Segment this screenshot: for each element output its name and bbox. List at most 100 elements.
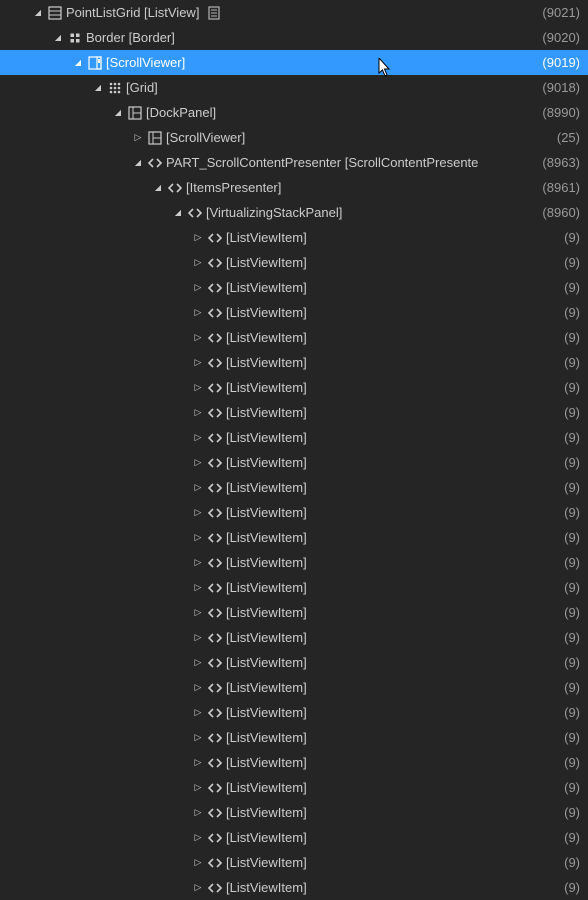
code-icon <box>206 631 224 645</box>
tree-row[interactable]: [ListViewItem] (9) <box>0 825 588 850</box>
tree-row[interactable]: [ListViewItem](9) <box>0 250 588 275</box>
expand-arrow-icon[interactable] <box>190 832 206 843</box>
descendant-count: (9) <box>564 330 580 345</box>
expand-arrow-icon[interactable] <box>190 232 206 243</box>
tree-row-label: [VirtualizingStackPanel] <box>204 205 342 220</box>
collapse-arrow-icon[interactable] <box>110 108 126 117</box>
descendant-count: (9) <box>564 405 580 420</box>
expand-arrow-icon[interactable] <box>190 682 206 693</box>
collapse-arrow-icon[interactable] <box>30 8 46 17</box>
expand-arrow-icon[interactable] <box>190 857 206 868</box>
code-icon <box>206 556 224 570</box>
tree-row[interactable]: [ListViewItem](9) <box>0 525 588 550</box>
code-icon <box>206 306 224 320</box>
expand-arrow-icon[interactable] <box>190 782 206 793</box>
tree-row-label: [ListViewItem] <box>224 830 307 845</box>
expand-arrow-icon[interactable] <box>190 407 206 418</box>
descendant-count: (9) <box>564 555 580 570</box>
tree-row[interactable]: [ListViewItem](9) <box>0 600 588 625</box>
tree-row[interactable]: [DockPanel] (8990) <box>0 100 588 125</box>
expand-arrow-icon[interactable] <box>190 432 206 443</box>
tree-row[interactable]: [ListViewItem](9) <box>0 425 588 450</box>
tree-row[interactable]: PointListGrid [ListView](9021) <box>0 0 588 25</box>
tree-row[interactable]: [ListViewItem](9) <box>0 675 588 700</box>
tree-row[interactable]: [ItemsPresenter](8961) <box>0 175 588 200</box>
tree-row-label: [DockPanel] <box>144 105 216 120</box>
tree-row[interactable]: [ListViewItem](9) <box>0 575 588 600</box>
expand-arrow-icon[interactable] <box>190 607 206 618</box>
expand-arrow-icon[interactable] <box>190 657 206 668</box>
expand-arrow-icon[interactable] <box>190 382 206 393</box>
expand-arrow-icon[interactable] <box>190 582 206 593</box>
tree-row[interactable]: Border [Border](9020) <box>0 25 588 50</box>
collapse-arrow-icon[interactable] <box>150 183 166 192</box>
visual-tree[interactable]: PointListGrid [ListView](9021)Border [Bo… <box>0 0 588 900</box>
tree-row[interactable]: [ScrollViewer](25) <box>0 125 588 150</box>
descendant-count: (8990) <box>542 105 580 120</box>
expand-arrow-icon[interactable] <box>190 557 206 568</box>
doc-icon[interactable] <box>205 6 223 20</box>
tree-row[interactable]: [ListViewItem](9) <box>0 875 588 900</box>
tree-row[interactable]: [ListViewItem](9) <box>0 475 588 500</box>
tree-row[interactable]: [ListViewItem](9) <box>0 225 588 250</box>
expand-arrow-icon[interactable] <box>190 532 206 543</box>
tree-row[interactable]: [ListViewItem](9) <box>0 725 588 750</box>
tree-row[interactable]: [ListViewItem](9) <box>0 750 588 775</box>
collapse-arrow-icon[interactable] <box>70 58 86 67</box>
tree-row-label: [ListViewItem] <box>224 580 307 595</box>
tree-row[interactable]: [ListViewItem](9) <box>0 400 588 425</box>
expand-arrow-icon[interactable] <box>190 257 206 268</box>
expand-arrow-icon[interactable] <box>190 732 206 743</box>
collapse-arrow-icon[interactable] <box>50 33 66 42</box>
code-icon <box>206 656 224 670</box>
expand-arrow-icon[interactable] <box>190 457 206 468</box>
tree-row[interactable]: [ListViewItem](9) <box>0 650 588 675</box>
collapse-arrow-icon[interactable] <box>170 208 186 217</box>
descendant-count: (9) <box>564 830 580 845</box>
tree-row[interactable]: [ListViewItem](9) <box>0 300 588 325</box>
expand-arrow-icon[interactable] <box>190 757 206 768</box>
descendant-count: (9) <box>564 605 580 620</box>
tree-row[interactable]: [ListViewItem](9) <box>0 350 588 375</box>
code-icon <box>206 506 224 520</box>
tree-row[interactable]: [ListViewItem](9) <box>0 550 588 575</box>
descendant-count: (9) <box>564 655 580 670</box>
tree-row[interactable]: [VirtualizingStackPanel](8960) <box>0 200 588 225</box>
expand-arrow-icon[interactable] <box>130 132 146 143</box>
expand-arrow-icon[interactable] <box>190 332 206 343</box>
descendant-count: (9) <box>564 630 580 645</box>
tree-row[interactable]: [ListViewItem](9) <box>0 800 588 825</box>
expand-arrow-icon[interactable] <box>190 707 206 718</box>
tree-row[interactable]: [ListViewItem](9) <box>0 450 588 475</box>
tree-row[interactable]: [ListViewItem](9) <box>0 775 588 800</box>
expand-arrow-icon[interactable] <box>190 282 206 293</box>
tree-row[interactable]: [ListViewItem](9) <box>0 375 588 400</box>
tree-row[interactable]: [ListViewItem](9) <box>0 850 588 875</box>
collapse-arrow-icon[interactable] <box>130 158 146 167</box>
expand-arrow-icon[interactable] <box>190 507 206 518</box>
descendant-count: (9) <box>564 305 580 320</box>
code-icon <box>206 681 224 695</box>
expand-arrow-icon[interactable] <box>190 632 206 643</box>
collapse-arrow-icon[interactable] <box>90 83 106 92</box>
expand-arrow-icon[interactable] <box>190 307 206 318</box>
expand-arrow-icon[interactable] <box>190 807 206 818</box>
expand-arrow-icon[interactable] <box>190 882 206 893</box>
dockpanel-icon <box>126 106 144 120</box>
tree-row[interactable]: [ListViewItem](9) <box>0 500 588 525</box>
tree-row[interactable]: [ListViewItem](9) <box>0 700 588 725</box>
expand-arrow-icon[interactable] <box>190 482 206 493</box>
tree-row[interactable]: [ScrollViewer](9019) <box>0 50 588 75</box>
tree-row[interactable]: PART_ScrollContentPresenter [ScrollConte… <box>0 150 588 175</box>
tree-row[interactable]: [ListViewItem](9) <box>0 275 588 300</box>
tree-row[interactable]: [ListViewItem](9) <box>0 325 588 350</box>
code-icon <box>206 281 224 295</box>
tree-row[interactable]: [Grid](9018) <box>0 75 588 100</box>
expand-arrow-icon[interactable] <box>190 357 206 368</box>
tree-row[interactable]: [ListViewItem](9) <box>0 625 588 650</box>
code-icon <box>206 606 224 620</box>
tree-row-label: [Grid] <box>124 80 158 95</box>
descendant-count: (9) <box>564 430 580 445</box>
descendant-count: (8961) <box>542 180 580 195</box>
tree-row-label: Border [Border] <box>84 30 175 45</box>
